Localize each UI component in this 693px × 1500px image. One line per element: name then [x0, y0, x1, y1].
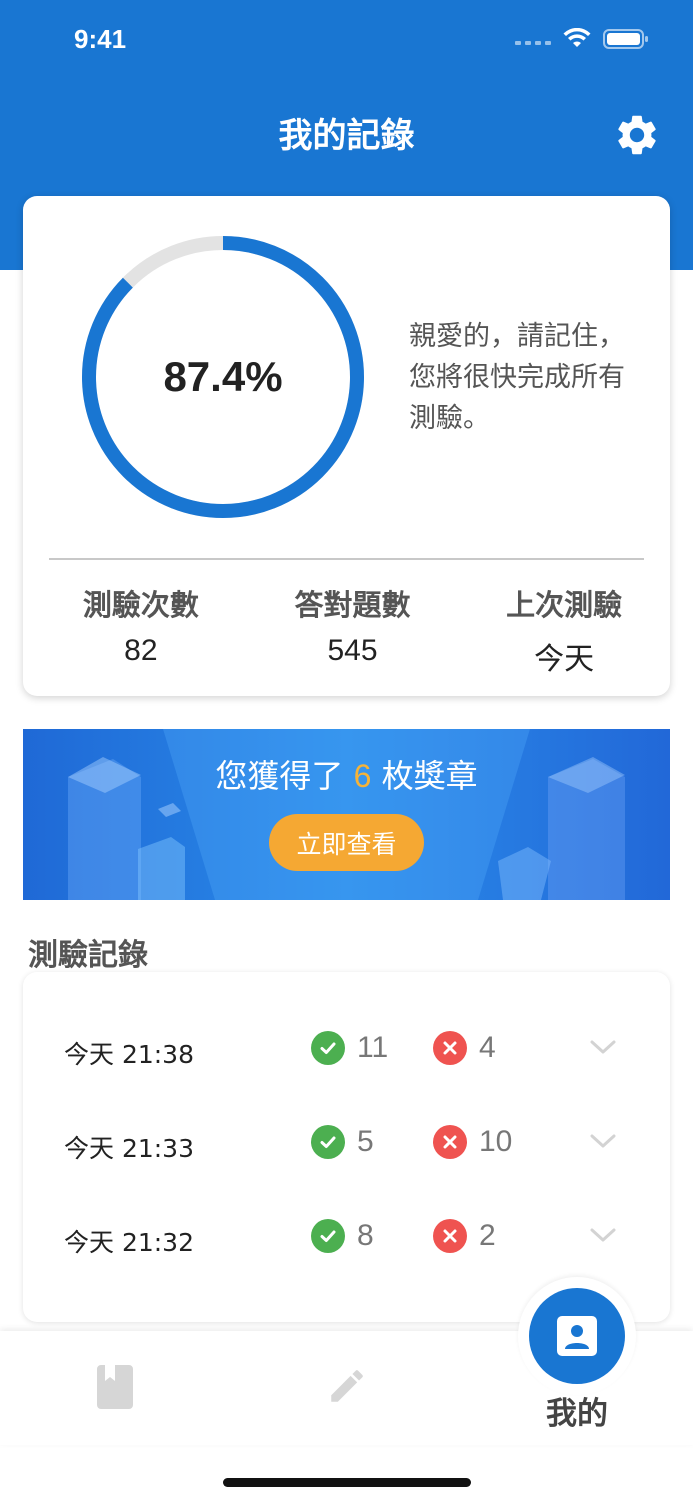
badge-banner: 您獲得了 6 枚獎章 立即查看 [23, 729, 670, 900]
record-row[interactable]: 今天 21:33 5 10 [23, 1115, 670, 1175]
encouragement-message: 親愛的，請記住，您將很快完成所有測驗。 [409, 321, 625, 434]
status-bar: 9:41 [0, 0, 693, 80]
cross-icon [433, 1031, 467, 1065]
stat-value: 82 [124, 634, 158, 667]
stat-test-count: 測驗次數 82 [23, 582, 247, 678]
record-wrong: 2 [433, 1219, 496, 1253]
badge-text-before: 您獲得了 [215, 757, 344, 795]
record-row[interactable]: 今天 21:32 8 2 [23, 1209, 670, 1269]
tab-me[interactable] [518, 1277, 636, 1395]
stat-label: 答對題數 [294, 588, 411, 622]
status-time: 9:41 [74, 24, 127, 54]
stat-label: 上次測驗 [506, 588, 623, 622]
record-time: 今天 21:38 [64, 1040, 194, 1069]
correct-count: 11 [357, 1031, 389, 1064]
records-section-title: 測驗記錄 [28, 938, 148, 973]
wifi-icon [563, 28, 591, 47]
stats-row: 測驗次數 82 答對題數 545 上次測驗 今天 [23, 582, 670, 678]
tab-me-highlight [529, 1288, 625, 1384]
chevron-down-icon [590, 1134, 616, 1148]
view-badges-button[interactable]: 立即查看 [269, 814, 424, 871]
record-row[interactable]: 今天 21:38 11 4 [23, 1021, 670, 1081]
record-wrong: 10 [433, 1125, 512, 1159]
settings-button[interactable] [610, 108, 664, 162]
completion-percentage: 87.4% [163, 353, 283, 400]
badge-count: 6 [353, 758, 372, 794]
gear-icon [618, 115, 656, 155]
record-time: 今天 21:32 [64, 1228, 194, 1257]
stat-last-test: 上次測驗 今天 [458, 582, 670, 678]
stat-value: 545 [327, 634, 378, 667]
record-wrong: 4 [433, 1031, 496, 1065]
records-card: 今天 21:38 11 4 今天 21:33 5 10 今天 21:32 8 2 [23, 972, 670, 1322]
record-time: 今天 21:33 [64, 1134, 194, 1163]
wrong-count: 4 [479, 1031, 496, 1064]
battery-icon [603, 29, 648, 49]
check-icon [311, 1219, 345, 1253]
pencil-icon [331, 1370, 363, 1402]
wrong-count: 2 [479, 1219, 496, 1252]
badge-message: 您獲得了 6 枚獎章 [23, 751, 670, 797]
badge-text-after: 枚獎章 [381, 757, 478, 795]
cross-icon [433, 1125, 467, 1159]
check-icon [311, 1125, 345, 1159]
correct-count: 5 [357, 1125, 374, 1158]
profile-card-icon [557, 1316, 597, 1356]
summary-card: 87.4% 親愛的，請記住，您將很快完成所有測驗。 測驗次數 82 答對題數 5… [23, 196, 670, 696]
completion-ring: 87.4% [80, 234, 366, 520]
record-correct: 8 [311, 1219, 374, 1253]
stat-correct-count: 答對題數 545 [247, 582, 459, 678]
chevron-down-icon [590, 1228, 616, 1242]
home-indicator [223, 1478, 471, 1487]
record-correct: 11 [311, 1031, 388, 1065]
tab-me-label: 我的 [546, 1396, 608, 1432]
wrong-count: 10 [479, 1125, 513, 1158]
tab-book[interactable] [56, 1331, 176, 1445]
book-icon [97, 1365, 133, 1409]
record-correct: 5 [311, 1125, 374, 1159]
status-icons [515, 28, 649, 50]
check-icon [311, 1031, 345, 1065]
stat-value: 今天 [534, 643, 595, 676]
correct-count: 8 [357, 1219, 374, 1252]
stat-label: 測驗次數 [82, 588, 199, 622]
cross-icon [433, 1219, 467, 1253]
cellular-signal-icon [515, 33, 551, 45]
page-title: 我的記錄 [278, 116, 415, 156]
chevron-down-icon [590, 1040, 616, 1054]
card-divider [49, 558, 644, 560]
tab-practice[interactable] [286, 1331, 406, 1445]
